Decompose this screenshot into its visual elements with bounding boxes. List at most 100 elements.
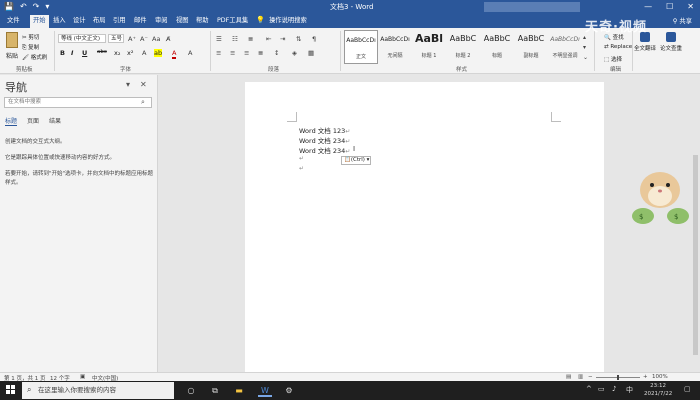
- close-button[interactable]: ✕: [687, 2, 694, 12]
- clear-format-icon[interactable]: A̸: [166, 35, 170, 43]
- increase-indent-icon[interactable]: ⇥: [280, 35, 285, 43]
- justify-icon[interactable]: ≣: [258, 49, 263, 57]
- tab-design[interactable]: 设计: [70, 16, 89, 26]
- word-app-icon[interactable]: W: [258, 384, 272, 397]
- tab-help[interactable]: 帮助: [193, 16, 212, 26]
- nav-options-icon[interactable]: ▾: [126, 80, 130, 89]
- document-line[interactable]: Word 文档 234↵: [299, 135, 350, 145]
- windows-start-icon[interactable]: [6, 385, 16, 395]
- undo-icon[interactable]: ↶: [20, 2, 27, 12]
- char-shading-icon[interactable]: A: [188, 49, 192, 57]
- paste-options-button[interactable]: 📋(Ctrl) ▾: [341, 156, 371, 165]
- style-no-spacing[interactable]: AaBbCcDı 无间隔: [378, 30, 412, 64]
- grow-font-icon[interactable]: A⁺: [128, 35, 136, 43]
- font-name-select[interactable]: 等线 (中文正文): [58, 34, 106, 43]
- style-normal[interactable]: AaBbCcDı 正文: [344, 30, 378, 64]
- zoom-out-icon[interactable]: −: [588, 374, 593, 380]
- replace-button[interactable]: ⇄ Replace: [604, 44, 632, 50]
- read-mode-icon[interactable]: ▤: [566, 374, 571, 380]
- tab-insert[interactable]: 插入: [50, 16, 69, 26]
- shading-icon[interactable]: ◈: [292, 49, 297, 57]
- underline-button[interactable]: U: [82, 49, 87, 57]
- file-explorer-icon[interactable]: ▬: [232, 384, 246, 397]
- bold-button[interactable]: B: [60, 49, 65, 57]
- align-center-icon[interactable]: ≡: [230, 49, 235, 57]
- change-case-icon[interactable]: Aa: [152, 35, 160, 43]
- tab-view[interactable]: 视图: [173, 16, 192, 26]
- document-line[interactable]: Word 文档 234↵: [299, 145, 350, 155]
- network-icon[interactable]: ▭: [598, 385, 605, 393]
- style-subtitle[interactable]: AaBbC 副标题: [514, 30, 548, 64]
- document-page[interactable]: Word 文档 123↵ Word 文档 234↵ Word 文档 234↵ ↵…: [245, 82, 604, 372]
- italic-button[interactable]: I: [71, 49, 73, 57]
- text-effects-icon[interactable]: A: [142, 49, 146, 57]
- notification-icon[interactable]: ▢: [684, 385, 691, 393]
- decrease-indent-icon[interactable]: ⇤: [266, 35, 271, 43]
- redo-icon[interactable]: ↷: [33, 2, 40, 12]
- style-heading-1[interactable]: AaBl 标题 1: [412, 30, 446, 64]
- minimize-button[interactable]: —: [644, 2, 652, 12]
- tab-home[interactable]: 开始: [30, 15, 49, 28]
- tell-me-search[interactable]: 操作说明搜索: [266, 16, 310, 26]
- subscript-button[interactable]: x₂: [114, 49, 120, 57]
- cut-button[interactable]: ✂ 剪切: [22, 33, 39, 41]
- maximize-button[interactable]: ☐: [666, 2, 673, 12]
- proofing-icon[interactable]: ▣: [80, 374, 85, 380]
- styles-more-icon[interactable]: ⌄: [583, 54, 588, 61]
- tab-mailings[interactable]: 邮件: [131, 16, 150, 26]
- font-size-select[interactable]: 五号: [108, 34, 124, 43]
- paste-button[interactable]: 粘贴: [4, 32, 20, 60]
- nav-close-icon[interactable]: ✕: [140, 80, 147, 89]
- style-title[interactable]: AaBbC 标题: [480, 30, 514, 64]
- bullets-icon[interactable]: ☰: [216, 35, 222, 43]
- settings-icon[interactable]: ⚙: [282, 384, 296, 397]
- numbering-icon[interactable]: ☷: [232, 35, 238, 43]
- tray-chevron-icon[interactable]: ^: [586, 385, 592, 393]
- format-painter-button[interactable]: 🖌 格式刷: [22, 53, 47, 61]
- zoom-level[interactable]: 100%: [652, 374, 668, 380]
- plagiarism-check-button[interactable]: 论文查重: [660, 32, 682, 52]
- tab-references[interactable]: 引用: [110, 16, 129, 26]
- taskbar-search-input[interactable]: 在这里输入你要搜索的内容: [22, 382, 174, 399]
- sort-icon[interactable]: ⇅: [296, 35, 301, 43]
- zoom-in-icon[interactable]: +: [643, 374, 648, 380]
- borders-icon[interactable]: ▦: [308, 49, 314, 57]
- full-translate-button[interactable]: 全文翻译: [634, 32, 656, 52]
- styles-scroll-down-icon[interactable]: ▾: [583, 44, 586, 51]
- select-button[interactable]: ⬚ 选择: [604, 55, 622, 63]
- title-search-box[interactable]: [484, 2, 580, 12]
- nav-search-input[interactable]: 在文档中搜索: [4, 97, 152, 108]
- document-line[interactable]: Word 文档 123↵: [299, 125, 350, 135]
- share-button[interactable]: ⚲ 共享: [673, 16, 692, 25]
- zoom-slider-thumb[interactable]: [617, 375, 619, 380]
- multilevel-list-icon[interactable]: ≣: [248, 35, 253, 43]
- tab-layout[interactable]: 布局: [90, 16, 109, 26]
- highlight-icon[interactable]: ab: [154, 49, 163, 57]
- font-color-icon[interactable]: A: [172, 49, 177, 59]
- styles-scroll-up-icon[interactable]: ▴: [583, 34, 586, 41]
- print-layout-icon[interactable]: ▥: [578, 374, 583, 380]
- tab-pdf-tools[interactable]: PDF工具集: [214, 16, 251, 26]
- tab-file[interactable]: 文件: [4, 16, 23, 26]
- copy-button[interactable]: ⎘ 复制: [22, 43, 39, 52]
- customize-icon[interactable]: ▾: [45, 2, 49, 12]
- show-marks-icon[interactable]: ¶: [312, 35, 316, 43]
- align-right-icon[interactable]: ≡: [244, 49, 249, 57]
- align-left-icon[interactable]: ≡: [216, 49, 221, 57]
- nav-tab-headings[interactable]: 标题: [5, 116, 18, 126]
- input-language[interactable]: 中: [626, 385, 633, 395]
- nav-tab-pages[interactable]: 页面: [27, 116, 39, 125]
- tab-review[interactable]: 审阅: [152, 16, 171, 26]
- style-heading-2[interactable]: AaBbC 标题 2: [446, 30, 480, 64]
- save-icon[interactable]: 💾: [4, 2, 14, 12]
- style-subtle-emphasis[interactable]: AaBbCcDı 不明显强调: [548, 30, 582, 64]
- cortana-icon[interactable]: ○: [184, 384, 198, 397]
- search-icon[interactable]: ⌕: [141, 98, 145, 107]
- system-clock[interactable]: 23:12 2021/7/22: [644, 382, 672, 398]
- superscript-button[interactable]: x²: [127, 49, 133, 57]
- task-view-icon[interactable]: ⧉: [208, 384, 222, 397]
- volume-icon[interactable]: ♪: [612, 385, 616, 393]
- nav-tab-results[interactable]: 结果: [49, 116, 61, 125]
- line-spacing-icon[interactable]: ↕: [274, 49, 279, 57]
- strikethrough-button[interactable]: abc: [97, 49, 107, 55]
